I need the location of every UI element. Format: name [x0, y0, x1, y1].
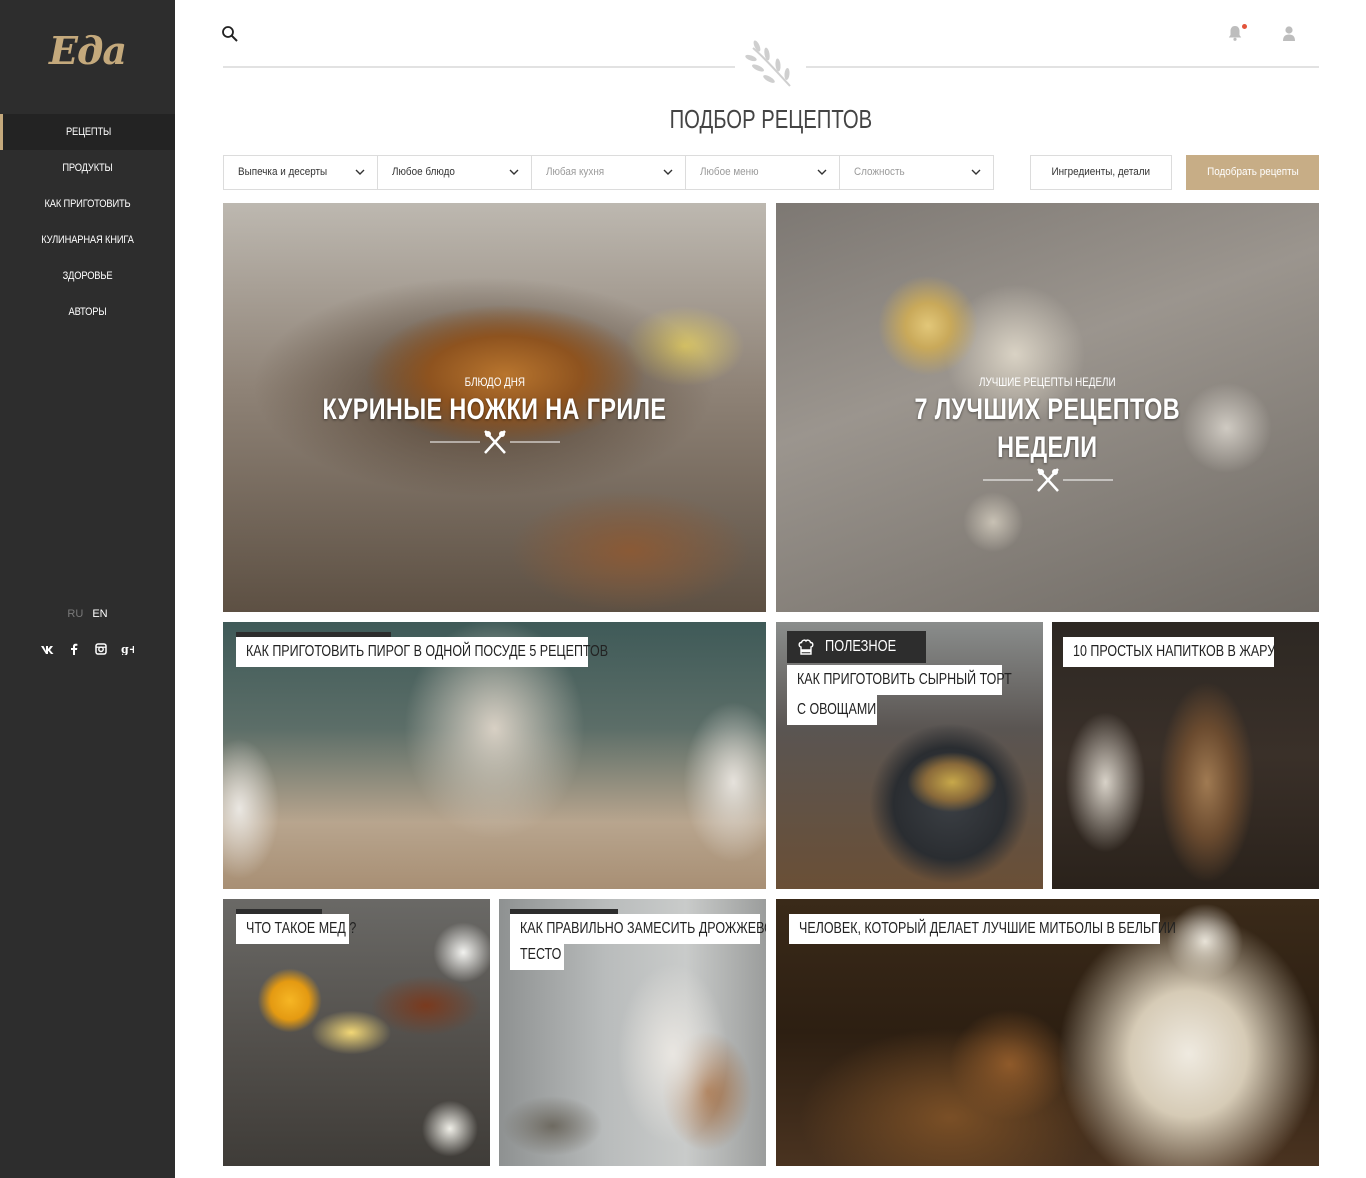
- card-title: 10 ПРОСТЫХ НАПИТКОВ В ЖАРУ: [1063, 637, 1276, 667]
- card-label-line2: С ОВОЩАМИ: [787, 695, 877, 725]
- search-icon[interactable]: [221, 25, 239, 43]
- nav-item-authors[interactable]: АВТОРЫ: [13, 294, 162, 330]
- card-label-line1: КАК ПРИГОТОВИТЬ СЫРНЫЙ ТОРТ: [787, 665, 1012, 695]
- nav-item-health[interactable]: ЗДОРОВЬЕ: [13, 258, 162, 294]
- main-nav: РЕЦЕПТЫ ПРОДУКТЫ КАК ПРИГОТОВИТЬ КУЛИНАР…: [0, 114, 175, 330]
- category-select[interactable]: Выпечка и десерты: [224, 156, 378, 189]
- instagram-icon[interactable]: [90, 643, 112, 658]
- nav-item-cookbook[interactable]: КУЛИНАРНАЯ КНИГА: [13, 222, 162, 258]
- card-label-text: 10 ПРОСТЫХ НАПИТКОВ В ЖАРУ: [1073, 643, 1276, 660]
- difficulty-select-value: Сложность: [854, 166, 905, 178]
- sidebar: Еда РЕЦЕПТЫ ПРОДУКТЫ КАК ПРИГОТОВИТЬ КУЛ…: [0, 0, 175, 1178]
- label-accent-bar: [236, 909, 322, 914]
- card-summer-drinks[interactable]: 10 ПРОСТЫХ НАПИТКОВ В ЖАРУ: [1052, 622, 1319, 889]
- card-dish-of-day-text: БЛЮДО ДНЯ КУРИНЫЕ НОЖКИ НА ГРИЛЕ: [223, 373, 766, 455]
- card-title: ЧТО ТАКОЕ МЕД ?: [236, 909, 356, 944]
- menu-select[interactable]: Любое меню: [686, 156, 840, 189]
- google-plus-icon[interactable]: g+: [116, 643, 138, 658]
- user-icon[interactable]: [1281, 25, 1297, 42]
- card-title-line1: 7 ЛУЧШИХ РЕЦЕПТОВ: [914, 393, 1181, 426]
- cuisine-select[interactable]: Любая кухня: [532, 156, 686, 189]
- lang-ru[interactable]: RU: [67, 608, 83, 620]
- card-title: 7 ЛУЧШИХ РЕЦЕПТОВ НЕДЕЛИ: [776, 391, 1319, 467]
- card-label-text: ЧЕЛОВЕК, КОТОРЫЙ ДЕЛАЕТ ЛУЧШИЕ МИТБОЛЫ В…: [799, 920, 1176, 937]
- ingredients-field-text: Ингредиенты, детали: [1051, 166, 1151, 178]
- card-title: КАК ПРИГОТОВИТЬ ПИРОГ В ОДНОЙ ПОСУДЕ 5 Р…: [236, 632, 608, 667]
- header-divider-right: [806, 66, 1319, 68]
- dish-select[interactable]: Любое блюдо: [378, 156, 532, 189]
- olive-branch-icon: [745, 40, 797, 92]
- cuisine-select-value: Любая кухня: [546, 166, 605, 178]
- card-label-text: КАК ПРИГОТОВИТЬ ПИРОГ В ОДНОЙ ПОСУДЕ 5 Р…: [246, 643, 609, 660]
- card-subtitle: ЛУЧШИЕ РЕЦЕПТЫ НЕДЕЛИ: [979, 375, 1116, 389]
- find-recipes-button-label: Подобрать рецепты: [1206, 166, 1299, 178]
- difficulty-select[interactable]: Сложность: [840, 156, 993, 189]
- label-accent-bar: [510, 909, 618, 914]
- facebook-icon[interactable]: [63, 643, 85, 658]
- card-title-line2: НЕДЕЛИ: [997, 431, 1098, 464]
- chevron-down-icon: [663, 169, 673, 175]
- recipe-filters: Выпечка и десерты Любое блюдо Любая кухн…: [223, 155, 994, 190]
- chevron-down-icon: [971, 169, 981, 175]
- svg-text:g+: g+: [121, 643, 134, 655]
- card-label: ЧТО ТАКОЕ МЕД ?: [236, 914, 356, 944]
- social-links: g+: [0, 642, 175, 660]
- card-label-text: ЧТО ТАКОЕ МЕД ?: [246, 920, 357, 937]
- chevron-down-icon: [355, 169, 365, 175]
- card-label-text: ТЕСТО: [520, 946, 562, 963]
- vk-icon[interactable]: [37, 644, 59, 658]
- card-cheesecake[interactable]: ПОЛЕЗНОЕ КАК ПРИГОТОВИТЬ СЫРНЫЙ ТОРТ С О…: [776, 622, 1043, 889]
- page-title: ПОДБОР РЕЦЕПТОВ: [223, 104, 1319, 135]
- card-title: КУРИНЫЕ НОЖКИ НА ГРИЛЕ: [223, 391, 766, 429]
- header-divider-left: [223, 66, 735, 68]
- label-accent-bar: [236, 632, 391, 637]
- nav-item-recipes[interactable]: РЕЦЕПТЫ: [0, 114, 175, 150]
- language-switcher: RU EN: [0, 608, 175, 620]
- card-pie-recipes[interactable]: КАК ПРИГОТОВИТЬ ПИРОГ В ОДНОЙ ПОСУДЕ 5 Р…: [223, 622, 766, 889]
- cutlery-icon: [425, 429, 565, 455]
- card-dish-of-day[interactable]: БЛЮДО ДНЯ КУРИНЫЕ НОЖКИ НА ГРИЛЕ: [223, 203, 766, 612]
- badge-text: ПОЛЕЗНОЕ: [825, 638, 897, 655]
- useful-badge: ПОЛЕЗНОЕ: [787, 631, 927, 663]
- nav-item-label: РЕЦЕПТЫ: [66, 126, 112, 138]
- find-recipes-button[interactable]: Подобрать рецепты: [1186, 155, 1319, 190]
- card-label: 10 ПРОСТЫХ НАПИТКОВ В ЖАРУ: [1063, 637, 1276, 667]
- card-title: ПОЛЕЗНОЕ КАК ПРИГОТОВИТЬ СЫРНЫЙ ТОРТ С О…: [787, 631, 1012, 725]
- card-label-line1: КАК ПРАВИЛЬНО ЗАМЕСИТЬ ДРОЖЖЕВОЕ: [510, 914, 766, 944]
- card-label: ЧЕЛОВЕК, КОТОРЫЙ ДЕЛАЕТ ЛУЧШИЕ МИТБОЛЫ В…: [789, 914, 1176, 944]
- ingredients-field[interactable]: Ингредиенты, детали: [1030, 155, 1172, 190]
- chevron-down-icon: [817, 169, 827, 175]
- dish-select-value: Любое блюдо: [392, 166, 455, 178]
- logo[interactable]: Еда: [0, 28, 175, 73]
- card-best-of-week[interactable]: ЛУЧШИЕ РЕЦЕПТЫ НЕДЕЛИ 7 ЛУЧШИХ РЕЦЕПТОВ Н…: [776, 203, 1319, 612]
- card-title: ЧЕЛОВЕК, КОТОРЫЙ ДЕЛАЕТ ЛУЧШИЕ МИТБОЛЫ В…: [789, 914, 1176, 944]
- card-subtitle: БЛЮДО ДНЯ: [464, 375, 525, 389]
- card-best-of-week-text: ЛУЧШИЕ РЕЦЕПТЫ НЕДЕЛИ 7 ЛУЧШИХ РЕЦЕПТОВ Н…: [776, 373, 1319, 493]
- lang-en[interactable]: EN: [92, 608, 107, 620]
- card-label-line2: ТЕСТО: [510, 940, 564, 970]
- card-meatballs-chef[interactable]: ЧЕЛОВЕК, КОТОРЫЙ ДЕЛАЕТ ЛУЧШИЕ МИТБОЛЫ В…: [776, 899, 1319, 1166]
- nav-item-how-to-cook[interactable]: КАК ПРИГОТОВИТЬ: [13, 186, 162, 222]
- cutlery-icon: [978, 467, 1118, 493]
- card-honey[interactable]: ЧТО ТАКОЕ МЕД ?: [223, 899, 490, 1166]
- nav-item-products[interactable]: ПРОДУКТЫ: [13, 150, 162, 186]
- card-label-text: КАК ПРАВИЛЬНО ЗАМЕСИТЬ ДРОЖЖЕВОЕ: [520, 920, 766, 937]
- menu-select-value: Любое меню: [700, 166, 759, 178]
- card-label-text: С ОВОЩАМИ: [797, 701, 877, 718]
- category-select-value: Выпечка и десерты: [238, 166, 328, 178]
- card-yeast-dough[interactable]: КАК ПРАВИЛЬНО ЗАМЕСИТЬ ДРОЖЖЕВОЕ ТЕСТО: [499, 899, 766, 1166]
- notification-badge: [1242, 24, 1247, 29]
- card-title-text: КУРИНЫЕ НОЖКИ НА ГРИЛЕ: [322, 393, 667, 426]
- page-title-text: ПОДБОР РЕЦЕПТОВ: [669, 104, 873, 134]
- card-label-text: КАК ПРИГОТОВИТЬ СЫРНЫЙ ТОРТ: [797, 671, 1012, 688]
- chevron-down-icon: [509, 169, 519, 175]
- card-label: КАК ПРИГОТОВИТЬ ПИРОГ В ОДНОЙ ПОСУДЕ 5 Р…: [236, 637, 608, 667]
- card-title: КАК ПРАВИЛЬНО ЗАМЕСИТЬ ДРОЖЖЕВОЕ ТЕСТО: [510, 909, 766, 970]
- chef-hat-icon: [798, 639, 814, 655]
- card-label-lines: КАК ПРИГОТОВИТЬ СЫРНЫЙ ТОРТ С ОВОЩАМИ: [787, 665, 1012, 725]
